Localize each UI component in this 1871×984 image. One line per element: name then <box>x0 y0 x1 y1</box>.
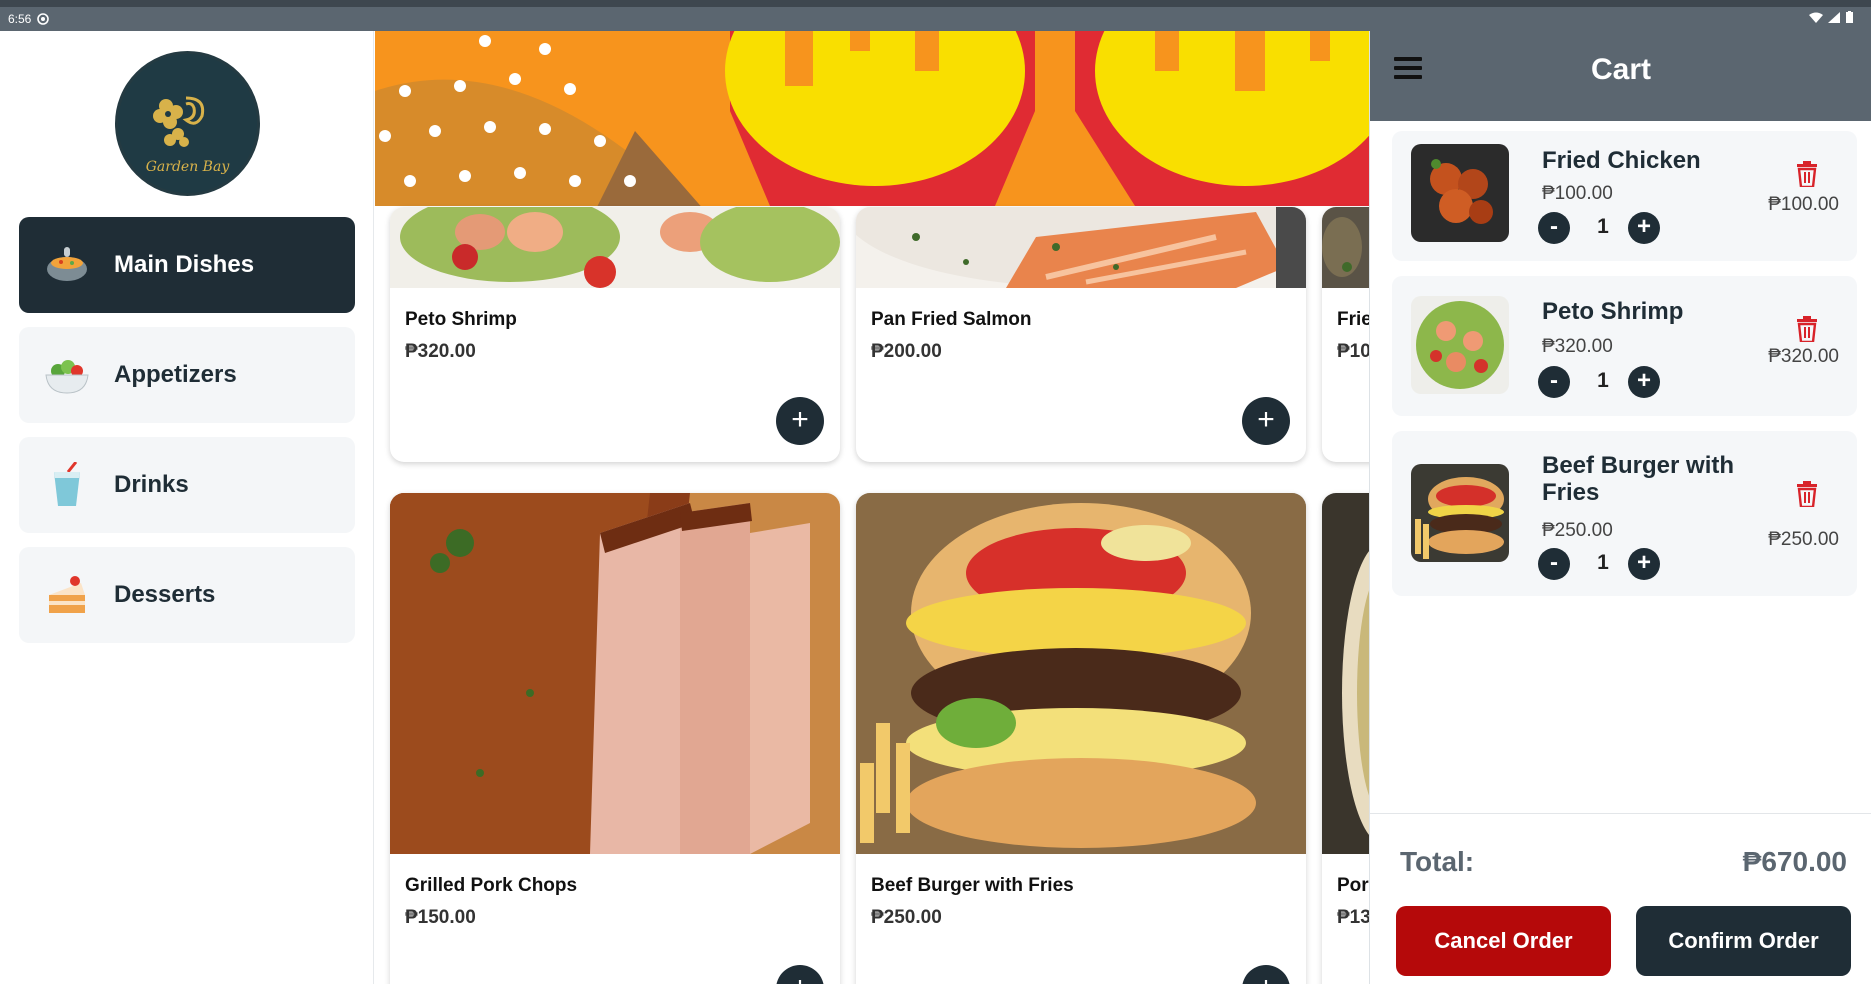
decrease-quantity-button[interactable]: - <box>1538 212 1570 244</box>
menu-item-card[interactable]: Por ₱13 <box>1322 493 1369 984</box>
cart-item-quantity: 1 <box>1597 369 1609 392</box>
increase-quantity-button[interactable]: + <box>1628 212 1660 244</box>
menu-item-card[interactable]: Pan Fried Salmon ₱200.00 + <box>856 207 1306 462</box>
cart-item-subtotal: ₱100.00 <box>1768 194 1839 215</box>
system-indicators <box>1808 11 1853 26</box>
cart-item-subtotal: ₱320.00 <box>1768 346 1839 367</box>
cart-footer: Total: ₱670.00 Cancel Order Confirm Orde… <box>1370 813 1871 984</box>
promo-banner <box>375 31 1369 206</box>
increase-quantity-button[interactable]: + <box>1628 548 1660 580</box>
dish-image <box>1322 207 1369 288</box>
dish-image <box>856 493 1306 854</box>
cart-item: Fried Chicken ₱100.00 - 1 + ₱100.00 <box>1392 131 1857 261</box>
trash-icon[interactable] <box>1795 316 1819 342</box>
cart-item: Peto Shrimp ₱320.00 - 1 + ₱320.00 <box>1392 276 1857 416</box>
menu-item-card[interactable]: Beef Burger with Fries ₱250.00 + <box>856 493 1306 984</box>
cart-item-name: Fried Chicken <box>1542 147 1701 174</box>
category-label: Desserts <box>114 581 216 608</box>
cake-slice-icon <box>43 571 91 619</box>
cart-item: Beef Burger with Fries ₱250.00 - 1 + ₱25… <box>1392 431 1857 596</box>
add-to-cart-button[interactable]: + <box>1242 397 1290 445</box>
signal-icon <box>1828 12 1841 23</box>
dish-name: Peto Shrimp <box>405 309 517 330</box>
settings-status-icon <box>37 13 50 25</box>
dish-image <box>1322 493 1369 854</box>
increase-quantity-button[interactable]: + <box>1628 366 1660 398</box>
wifi-icon <box>1808 12 1823 23</box>
flower-logo-icon <box>153 96 205 147</box>
cart-item-price: ₱320.00 <box>1542 336 1613 357</box>
dish-image <box>390 207 840 288</box>
cart-title: Cart <box>1590 53 1651 86</box>
dish-name: Grilled Pork Chops <box>405 875 578 896</box>
curry-pot-icon <box>43 241 91 289</box>
battery-icon <box>1846 11 1853 23</box>
cart-item-quantity: 1 <box>1597 215 1609 238</box>
cart-panel: Cart Fried Chicken ₱100.00 - 1 + ₱100.00… <box>1369 31 1871 984</box>
cart-item-quantity: 1 <box>1597 551 1609 574</box>
cart-item-thumbnail <box>1411 296 1509 394</box>
drink-cup-icon <box>43 461 91 509</box>
dish-name: Beef Burger with Fries <box>871 875 1074 896</box>
menu-item-card[interactable]: Grilled Pork Chops ₱150.00 + <box>390 493 840 984</box>
total-label: Total: <box>1400 846 1475 877</box>
dish-price: ₱250.00 <box>871 907 942 928</box>
cart-item-name: Peto Shrimp <box>1542 298 1684 325</box>
category-label: Drinks <box>114 471 189 498</box>
cart-header: Cart <box>1370 31 1871 121</box>
total-value: ₱670.00 <box>1742 846 1847 877</box>
cart-item-name: Beef Burger with Fries <box>1542 452 1735 506</box>
decrease-quantity-button[interactable]: - <box>1538 366 1570 398</box>
category-drinks[interactable]: Drinks <box>19 437 355 533</box>
trash-icon[interactable] <box>1795 481 1819 507</box>
add-to-cart-button[interactable]: + <box>776 965 824 984</box>
dish-name: Pan Fried Salmon <box>871 309 1032 330</box>
category-sidebar: Garden Bay Main Dishes Appetizers Drinks… <box>0 31 374 984</box>
add-to-cart-button[interactable]: + <box>1242 965 1290 984</box>
dish-price: ₱13 <box>1337 907 1369 928</box>
dish-name: Frie <box>1337 309 1369 330</box>
category-label: Appetizers <box>114 361 237 388</box>
trash-icon[interactable] <box>1795 161 1819 187</box>
dish-image <box>856 207 1306 288</box>
banner-art <box>375 31 1369 206</box>
menu-item-card[interactable]: Peto Shrimp ₱320.00 + <box>390 207 840 462</box>
dish-name: Por <box>1337 875 1369 896</box>
logo-text: Garden Bay <box>145 159 230 175</box>
garden-bay-logo: Garden Bay <box>115 51 260 196</box>
category-desserts[interactable]: Desserts <box>19 547 355 643</box>
salad-bowl-icon <box>43 351 91 399</box>
status-time: 6:56 <box>8 12 32 26</box>
category-label: Main Dishes <box>114 251 255 278</box>
dish-price: ₱320.00 <box>405 341 476 362</box>
cancel-order-button[interactable]: Cancel Order <box>1396 906 1611 976</box>
cart-item-thumbnail <box>1411 464 1509 562</box>
status-bar: 6:56 <box>0 0 1871 31</box>
menu-area: Peto Shrimp ₱320.00 + Pan Fried Salmon ₱… <box>375 31 1369 984</box>
cart-item-price: ₱250.00 <box>1542 520 1613 541</box>
cart-item-price: ₱100.00 <box>1542 183 1613 204</box>
cart-item-thumbnail <box>1411 144 1509 242</box>
dish-price: ₱150.00 <box>405 907 476 928</box>
add-to-cart-button[interactable]: + <box>776 397 824 445</box>
dish-price: ₱10 <box>1337 341 1369 362</box>
dish-price: ₱200.00 <box>871 341 942 362</box>
category-main-dishes[interactable]: Main Dishes <box>19 217 355 313</box>
dish-image <box>390 493 840 854</box>
confirm-order-button[interactable]: Confirm Order <box>1636 906 1851 976</box>
decrease-quantity-button[interactable]: - <box>1538 548 1570 580</box>
menu-item-card[interactable]: Frie ₱10 <box>1322 207 1369 462</box>
cart-item-subtotal: ₱250.00 <box>1768 529 1839 550</box>
category-appetizers[interactable]: Appetizers <box>19 327 355 423</box>
